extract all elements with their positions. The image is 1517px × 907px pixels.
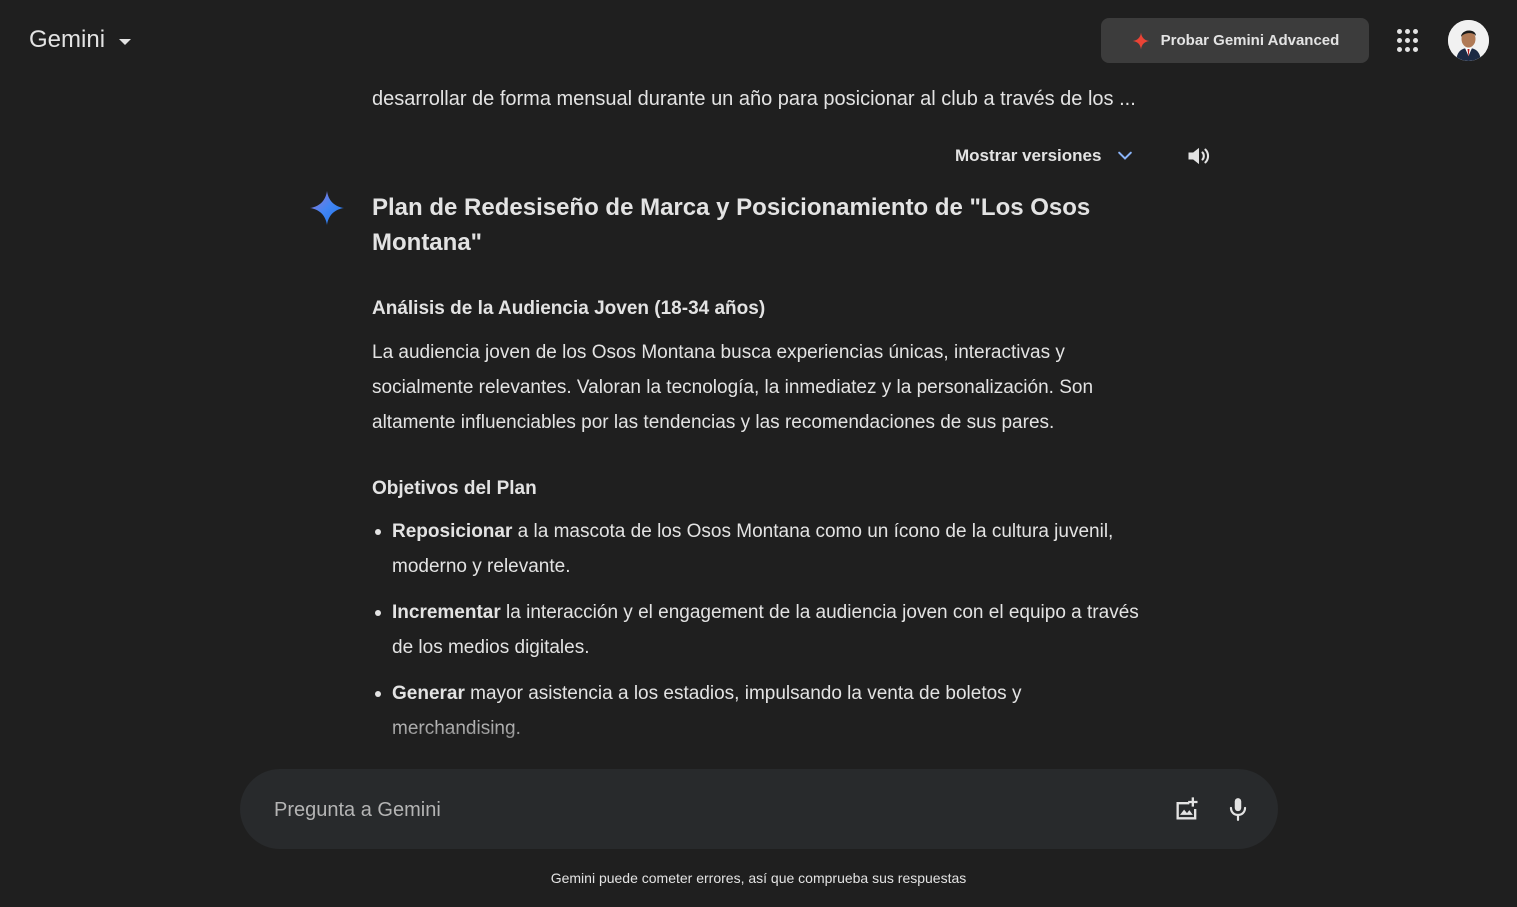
gemini-sparkle-icon xyxy=(310,191,344,225)
scroll-fade xyxy=(0,707,1517,767)
footer-disclaimer: Gemini puede cometer errores, así que co… xyxy=(550,870,967,886)
section-heading-audience: Análisis de la Audiencia Joven (18-34 añ… xyxy=(372,298,766,319)
speaker-icon[interactable] xyxy=(1185,142,1213,170)
objective-text: la interacción y el engagement de la aud… xyxy=(392,602,1139,658)
objective-keyword: Reposicionar xyxy=(392,521,513,542)
profile-photo xyxy=(1448,20,1489,61)
add-image-icon[interactable] xyxy=(1173,795,1201,823)
microphone-icon[interactable] xyxy=(1225,795,1251,823)
try-advanced-label: Probar Gemini Advanced xyxy=(1160,32,1340,49)
top-bar: Gemini Probar Gemini Advanced xyxy=(0,0,1517,84)
user-prompt-text: desarrollar de forma mensual durante un … xyxy=(372,88,1136,110)
audience-paragraph: La audiencia joven de los Osos Montana b… xyxy=(372,342,1094,433)
conversation-area[interactable]: desarrollar de forma mensual durante un … xyxy=(0,84,1517,767)
try-advanced-button[interactable]: Probar Gemini Advanced xyxy=(1101,18,1369,63)
model-response: Plan de Redesiseño de Marca y Posicionam… xyxy=(372,190,1152,739)
apps-grid-icon[interactable] xyxy=(1397,29,1421,53)
prompt-input[interactable] xyxy=(272,789,1156,831)
model-selector[interactable]: Gemini xyxy=(29,26,132,54)
chevron-down-icon xyxy=(1118,151,1133,160)
show-versions-label: Mostrar versiones xyxy=(955,146,1102,165)
avatar[interactable] xyxy=(1448,20,1489,61)
list-item: Incrementar la interacción y el engageme… xyxy=(372,595,1152,665)
brand-name: Gemini xyxy=(29,26,106,53)
section-heading-objectives: Objetivos del Plan xyxy=(372,478,537,499)
objective-keyword: Generar xyxy=(392,683,465,704)
list-item: Reposicionar a la mascota de los Osos Mo… xyxy=(372,514,1152,584)
chevron-down-icon xyxy=(119,38,132,45)
sparkle-icon xyxy=(1132,32,1149,49)
objective-keyword: Incrementar xyxy=(392,602,501,623)
gemini-page: Gemini Probar Gemini Advanced desarrolla… xyxy=(0,0,1517,907)
response-title: Plan de Redesiseño de Marca y Posicionam… xyxy=(372,194,1091,256)
prompt-input-bar xyxy=(240,769,1278,849)
show-versions-button[interactable]: Mostrar versiones xyxy=(955,146,1135,166)
